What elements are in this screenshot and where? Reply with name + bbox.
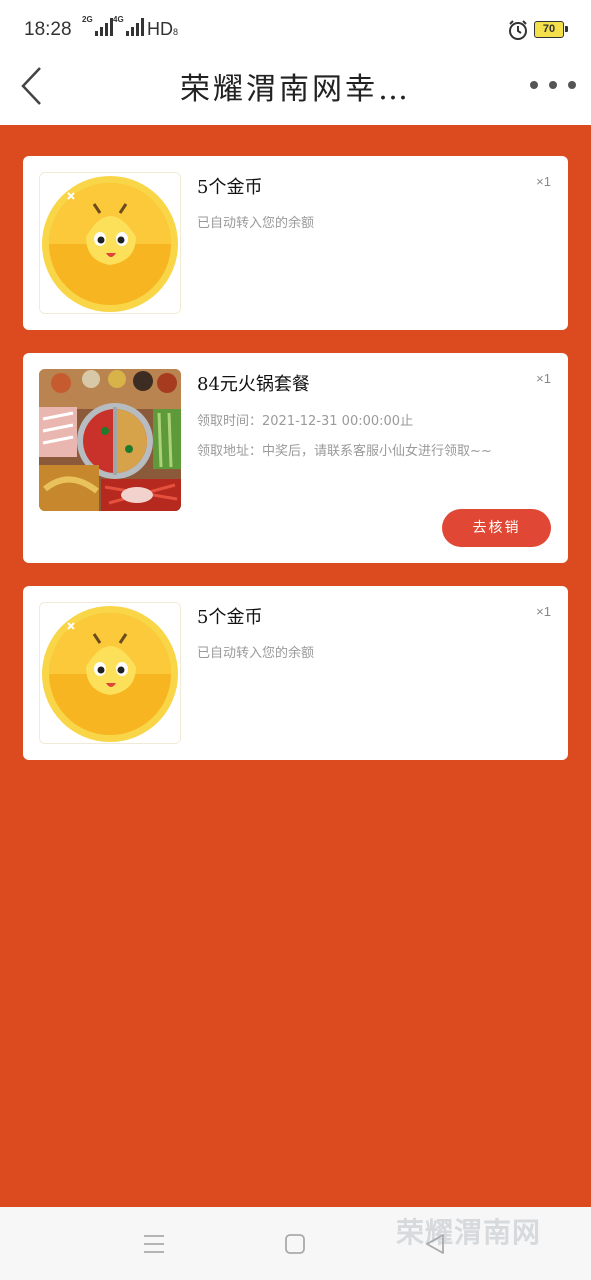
sim2-network-tag: 4G xyxy=(113,15,124,24)
signal-sim1-icon: 2G xyxy=(82,15,113,36)
page-title: 荣耀渭南网幸… xyxy=(180,72,411,107)
back-nav-button[interactable] xyxy=(420,1229,450,1259)
home-square-icon xyxy=(285,1234,305,1254)
alarm-clock-icon xyxy=(509,20,527,40)
hd-sub-label: 8 xyxy=(173,27,179,37)
prize-image xyxy=(39,172,181,314)
prize-image xyxy=(39,602,181,744)
back-button[interactable] xyxy=(14,64,48,108)
prize-card: 5个金币 ×1 已自动转入您的余额 xyxy=(23,586,568,760)
prize-quantity: ×1 xyxy=(536,604,551,619)
system-nav-bar: 荣耀渭南网 xyxy=(0,1207,591,1280)
signal-sim2-icon: 4G xyxy=(113,15,144,36)
prize-list: 5个金币 ×1 已自动转入您的余额 84元火锅套餐 ×1 领取时间：2021-1… xyxy=(0,125,591,1207)
battery-indicator: 70 xyxy=(534,21,568,38)
status-bar: 18:28 2G 4G HD8 70 xyxy=(0,0,591,58)
hotpot-photo xyxy=(39,369,181,511)
more-dot xyxy=(568,81,576,89)
more-dots-icon xyxy=(530,81,538,89)
more-dot xyxy=(549,81,557,89)
redeem-button[interactable]: 去核销 xyxy=(442,509,551,547)
menu-button[interactable] xyxy=(139,1229,169,1259)
more-button[interactable] xyxy=(530,70,576,100)
menu-icon xyxy=(144,1235,164,1253)
prize-title: 84元火锅套餐 xyxy=(197,374,310,395)
claim-time: 领取时间：2021-12-31 00:00:00止 xyxy=(197,414,414,429)
prize-quantity: ×1 xyxy=(536,174,551,189)
hd-label: HD xyxy=(147,19,173,39)
prize-card: 84元火锅套餐 ×1 领取时间：2021-12-31 00:00:00止 领取地… xyxy=(23,353,568,563)
gold-coin-icon xyxy=(40,173,180,313)
sim1-network-tag: 2G xyxy=(82,15,93,24)
prize-description: 已自动转入您的余额 xyxy=(197,216,315,231)
prize-title: 5个金币 xyxy=(197,177,263,198)
hd-indicator: HD8 xyxy=(147,19,178,40)
home-button[interactable] xyxy=(280,1229,310,1259)
prize-title: 5个金币 xyxy=(197,607,263,628)
gold-coin-icon xyxy=(40,603,180,743)
status-time: 18:28 xyxy=(24,19,72,40)
claim-address: 领取地址：中奖后，请联系客服小仙女进行领取~~ xyxy=(197,444,492,459)
prize-card: 5个金币 ×1 已自动转入您的余额 xyxy=(23,156,568,330)
prize-description: 已自动转入您的余额 xyxy=(197,646,315,661)
watermark: 荣耀渭南网 xyxy=(396,1217,542,1248)
prize-quantity: ×1 xyxy=(536,371,551,386)
chevron-left-icon xyxy=(21,67,41,105)
nav-bar: 荣耀渭南网幸… xyxy=(0,58,591,125)
prize-image xyxy=(39,369,181,511)
back-triangle-icon xyxy=(426,1234,444,1254)
